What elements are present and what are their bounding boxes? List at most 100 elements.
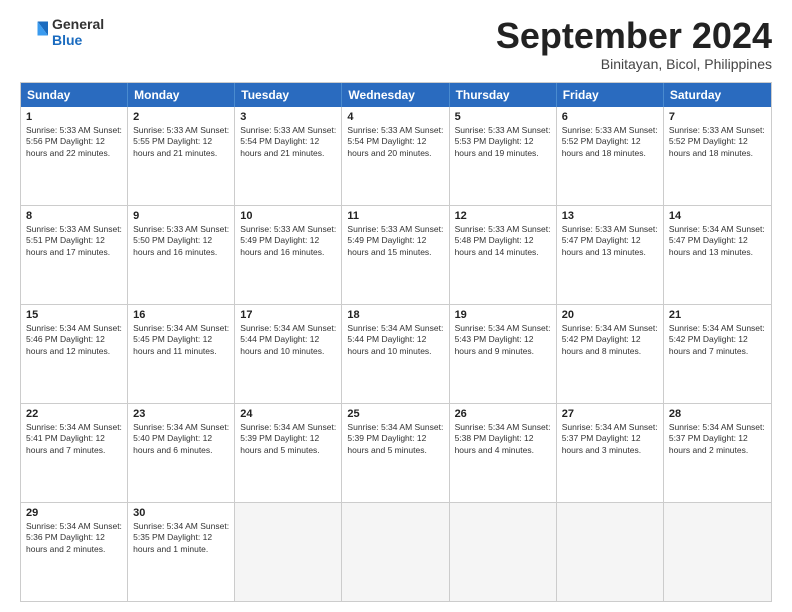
calendar-cell: 18 Sunrise: 5:34 AM Sunset: 5:44 PM Dayli… <box>342 305 449 403</box>
day-content: Sunrise: 5:34 AM Sunset: 5:42 PM Dayligh… <box>562 323 658 357</box>
day-number: 2 <box>133 111 229 123</box>
day-number: 13 <box>562 210 658 222</box>
day-number: 4 <box>347 111 443 123</box>
logo-icon <box>20 18 48 46</box>
day-content: Sunrise: 5:34 AM Sunset: 5:37 PM Dayligh… <box>669 422 766 456</box>
day-content: Sunrise: 5:34 AM Sunset: 5:42 PM Dayligh… <box>669 323 766 357</box>
calendar-cell: 6 Sunrise: 5:33 AM Sunset: 5:52 PM Daylig… <box>557 107 664 205</box>
calendar-cell <box>235 503 342 601</box>
day-content: Sunrise: 5:34 AM Sunset: 5:37 PM Dayligh… <box>562 422 658 456</box>
day-number: 11 <box>347 210 443 222</box>
day-content: Sunrise: 5:34 AM Sunset: 5:39 PM Dayligh… <box>347 422 443 456</box>
calendar-cell: 20Sunrise: 5:34 AM Sunset: 5:42 PM Dayli… <box>557 305 664 403</box>
day-number: 27 <box>562 408 658 420</box>
header-friday: Friday <box>557 83 664 107</box>
day-content: Sunrise: 5:34 AM Sunset: 5:43 PM Dayligh… <box>455 323 551 357</box>
day-number: 19 <box>455 309 551 321</box>
calendar-cell <box>342 503 449 601</box>
calendar-cell <box>450 503 557 601</box>
logo-text: General Blue <box>52 16 104 48</box>
calendar: Sunday Monday Tuesday Wednesday Thursday… <box>20 82 772 602</box>
subtitle: Binitayan, Bicol, Philippines <box>496 56 772 72</box>
day-number: 14 <box>669 210 766 222</box>
day-content: Sunrise: 5:34 AM Sunset: 5:38 PM Dayligh… <box>455 422 551 456</box>
calendar-cell: 22 Sunrise: 5:34 AM Sunset: 5:41 PM Dayli… <box>21 404 128 502</box>
day-number: 26 <box>455 408 551 420</box>
calendar-cell: 5Sunrise: 5:33 AM Sunset: 5:53 PM Daylig… <box>450 107 557 205</box>
day-content: Sunrise: 5:34 AM Sunset: 5:47 PM Dayligh… <box>669 224 766 258</box>
day-content: Sunrise: 5:33 AM Sunset: 5:48 PM Dayligh… <box>455 224 551 258</box>
day-content: Sunrise: 5:34 AM Sunset: 5:46 PM Dayligh… <box>26 323 122 357</box>
day-number: 22 <box>26 408 122 420</box>
month-title: September 2024 <box>496 16 772 56</box>
calendar-cell: 16Sunrise: 5:34 AM Sunset: 5:45 PM Dayli… <box>128 305 235 403</box>
day-content: Sunrise: 5:34 AM Sunset: 5:44 PM Dayligh… <box>240 323 336 357</box>
calendar-cell: 15 Sunrise: 5:34 AM Sunset: 5:46 PM Dayli… <box>21 305 128 403</box>
calendar-cell: 27 Sunrise: 5:34 AM Sunset: 5:37 PM Dayli… <box>557 404 664 502</box>
calendar-row: 8Sunrise: 5:33 AM Sunset: 5:51 PM Daylig… <box>21 205 771 304</box>
header-saturday: Saturday <box>664 83 771 107</box>
calendar-cell: 23Sunrise: 5:34 AM Sunset: 5:40 PM Dayli… <box>128 404 235 502</box>
calendar-row: 29Sunrise: 5:34 AM Sunset: 5:36 PM Dayli… <box>21 502 771 601</box>
day-number: 24 <box>240 408 336 420</box>
calendar-row: 1Sunrise: 5:33 AM Sunset: 5:56 PM Daylig… <box>21 107 771 205</box>
day-number: 3 <box>240 111 336 123</box>
day-number: 5 <box>455 111 551 123</box>
calendar-header: Sunday Monday Tuesday Wednesday Thursday… <box>21 83 771 107</box>
calendar-cell: 19 Sunrise: 5:34 AM Sunset: 5:43 PM Dayli… <box>450 305 557 403</box>
header-monday: Monday <box>128 83 235 107</box>
calendar-cell: 7 Sunrise: 5:33 AM Sunset: 5:52 PM Daylig… <box>664 107 771 205</box>
calendar-cell: 4 Sunrise: 5:33 AM Sunset: 5:54 PM Daylig… <box>342 107 449 205</box>
header-thursday: Thursday <box>450 83 557 107</box>
calendar-cell: 11 Sunrise: 5:33 AM Sunset: 5:49 PM Dayli… <box>342 206 449 304</box>
day-number: 17 <box>240 309 336 321</box>
calendar-cell <box>557 503 664 601</box>
day-number: 9 <box>133 210 229 222</box>
day-content: Sunrise: 5:33 AM Sunset: 5:49 PM Dayligh… <box>240 224 336 258</box>
day-number: 25 <box>347 408 443 420</box>
day-number: 6 <box>562 111 658 123</box>
day-content: Sunrise: 5:33 AM Sunset: 5:49 PM Dayligh… <box>347 224 443 258</box>
day-content: Sunrise: 5:33 AM Sunset: 5:47 PM Dayligh… <box>562 224 658 258</box>
calendar-cell: 3Sunrise: 5:33 AM Sunset: 5:54 PM Daylig… <box>235 107 342 205</box>
calendar-cell: 21 Sunrise: 5:34 AM Sunset: 5:42 PM Dayli… <box>664 305 771 403</box>
day-content: Sunrise: 5:34 AM Sunset: 5:41 PM Dayligh… <box>26 422 122 456</box>
day-number: 30 <box>133 507 229 519</box>
calendar-row: 22 Sunrise: 5:34 AM Sunset: 5:41 PM Dayli… <box>21 403 771 502</box>
day-number: 10 <box>240 210 336 222</box>
calendar-cell: 12 Sunrise: 5:33 AM Sunset: 5:48 PM Dayli… <box>450 206 557 304</box>
day-number: 12 <box>455 210 551 222</box>
calendar-cell: 1Sunrise: 5:33 AM Sunset: 5:56 PM Daylig… <box>21 107 128 205</box>
day-content: Sunrise: 5:33 AM Sunset: 5:55 PM Dayligh… <box>133 125 229 159</box>
title-section: September 2024 Binitayan, Bicol, Philipp… <box>496 16 772 72</box>
day-number: 18 <box>347 309 443 321</box>
calendar-cell: 24Sunrise: 5:34 AM Sunset: 5:39 PM Dayli… <box>235 404 342 502</box>
day-number: 28 <box>669 408 766 420</box>
day-content: Sunrise: 5:33 AM Sunset: 5:54 PM Dayligh… <box>347 125 443 159</box>
calendar-cell <box>664 503 771 601</box>
calendar-cell: 28 Sunrise: 5:34 AM Sunset: 5:37 PM Dayli… <box>664 404 771 502</box>
page: General Blue September 2024 Binitayan, B… <box>0 0 792 612</box>
header-tuesday: Tuesday <box>235 83 342 107</box>
calendar-row: 15 Sunrise: 5:34 AM Sunset: 5:46 PM Dayli… <box>21 304 771 403</box>
day-content: Sunrise: 5:33 AM Sunset: 5:51 PM Dayligh… <box>26 224 122 258</box>
calendar-cell: 13 Sunrise: 5:33 AM Sunset: 5:47 PM Dayli… <box>557 206 664 304</box>
day-number: 15 <box>26 309 122 321</box>
calendar-cell: 10 Sunrise: 5:33 AM Sunset: 5:49 PM Dayli… <box>235 206 342 304</box>
day-content: Sunrise: 5:33 AM Sunset: 5:50 PM Dayligh… <box>133 224 229 258</box>
day-content: Sunrise: 5:33 AM Sunset: 5:52 PM Dayligh… <box>562 125 658 159</box>
day-content: Sunrise: 5:33 AM Sunset: 5:56 PM Dayligh… <box>26 125 122 159</box>
day-number: 29 <box>26 507 122 519</box>
day-content: Sunrise: 5:34 AM Sunset: 5:40 PM Dayligh… <box>133 422 229 456</box>
header-sunday: Sunday <box>21 83 128 107</box>
calendar-cell: 26 Sunrise: 5:34 AM Sunset: 5:38 PM Dayli… <box>450 404 557 502</box>
day-content: Sunrise: 5:34 AM Sunset: 5:44 PM Dayligh… <box>347 323 443 357</box>
calendar-cell: 30Sunrise: 5:34 AM Sunset: 5:35 PM Dayli… <box>128 503 235 601</box>
calendar-cell: 25 Sunrise: 5:34 AM Sunset: 5:39 PM Dayli… <box>342 404 449 502</box>
day-number: 21 <box>669 309 766 321</box>
calendar-cell: 14 Sunrise: 5:34 AM Sunset: 5:47 PM Dayli… <box>664 206 771 304</box>
day-content: Sunrise: 5:33 AM Sunset: 5:52 PM Dayligh… <box>669 125 766 159</box>
calendar-cell: 8Sunrise: 5:33 AM Sunset: 5:51 PM Daylig… <box>21 206 128 304</box>
calendar-cell: 9 Sunrise: 5:33 AM Sunset: 5:50 PM Daylig… <box>128 206 235 304</box>
day-number: 7 <box>669 111 766 123</box>
